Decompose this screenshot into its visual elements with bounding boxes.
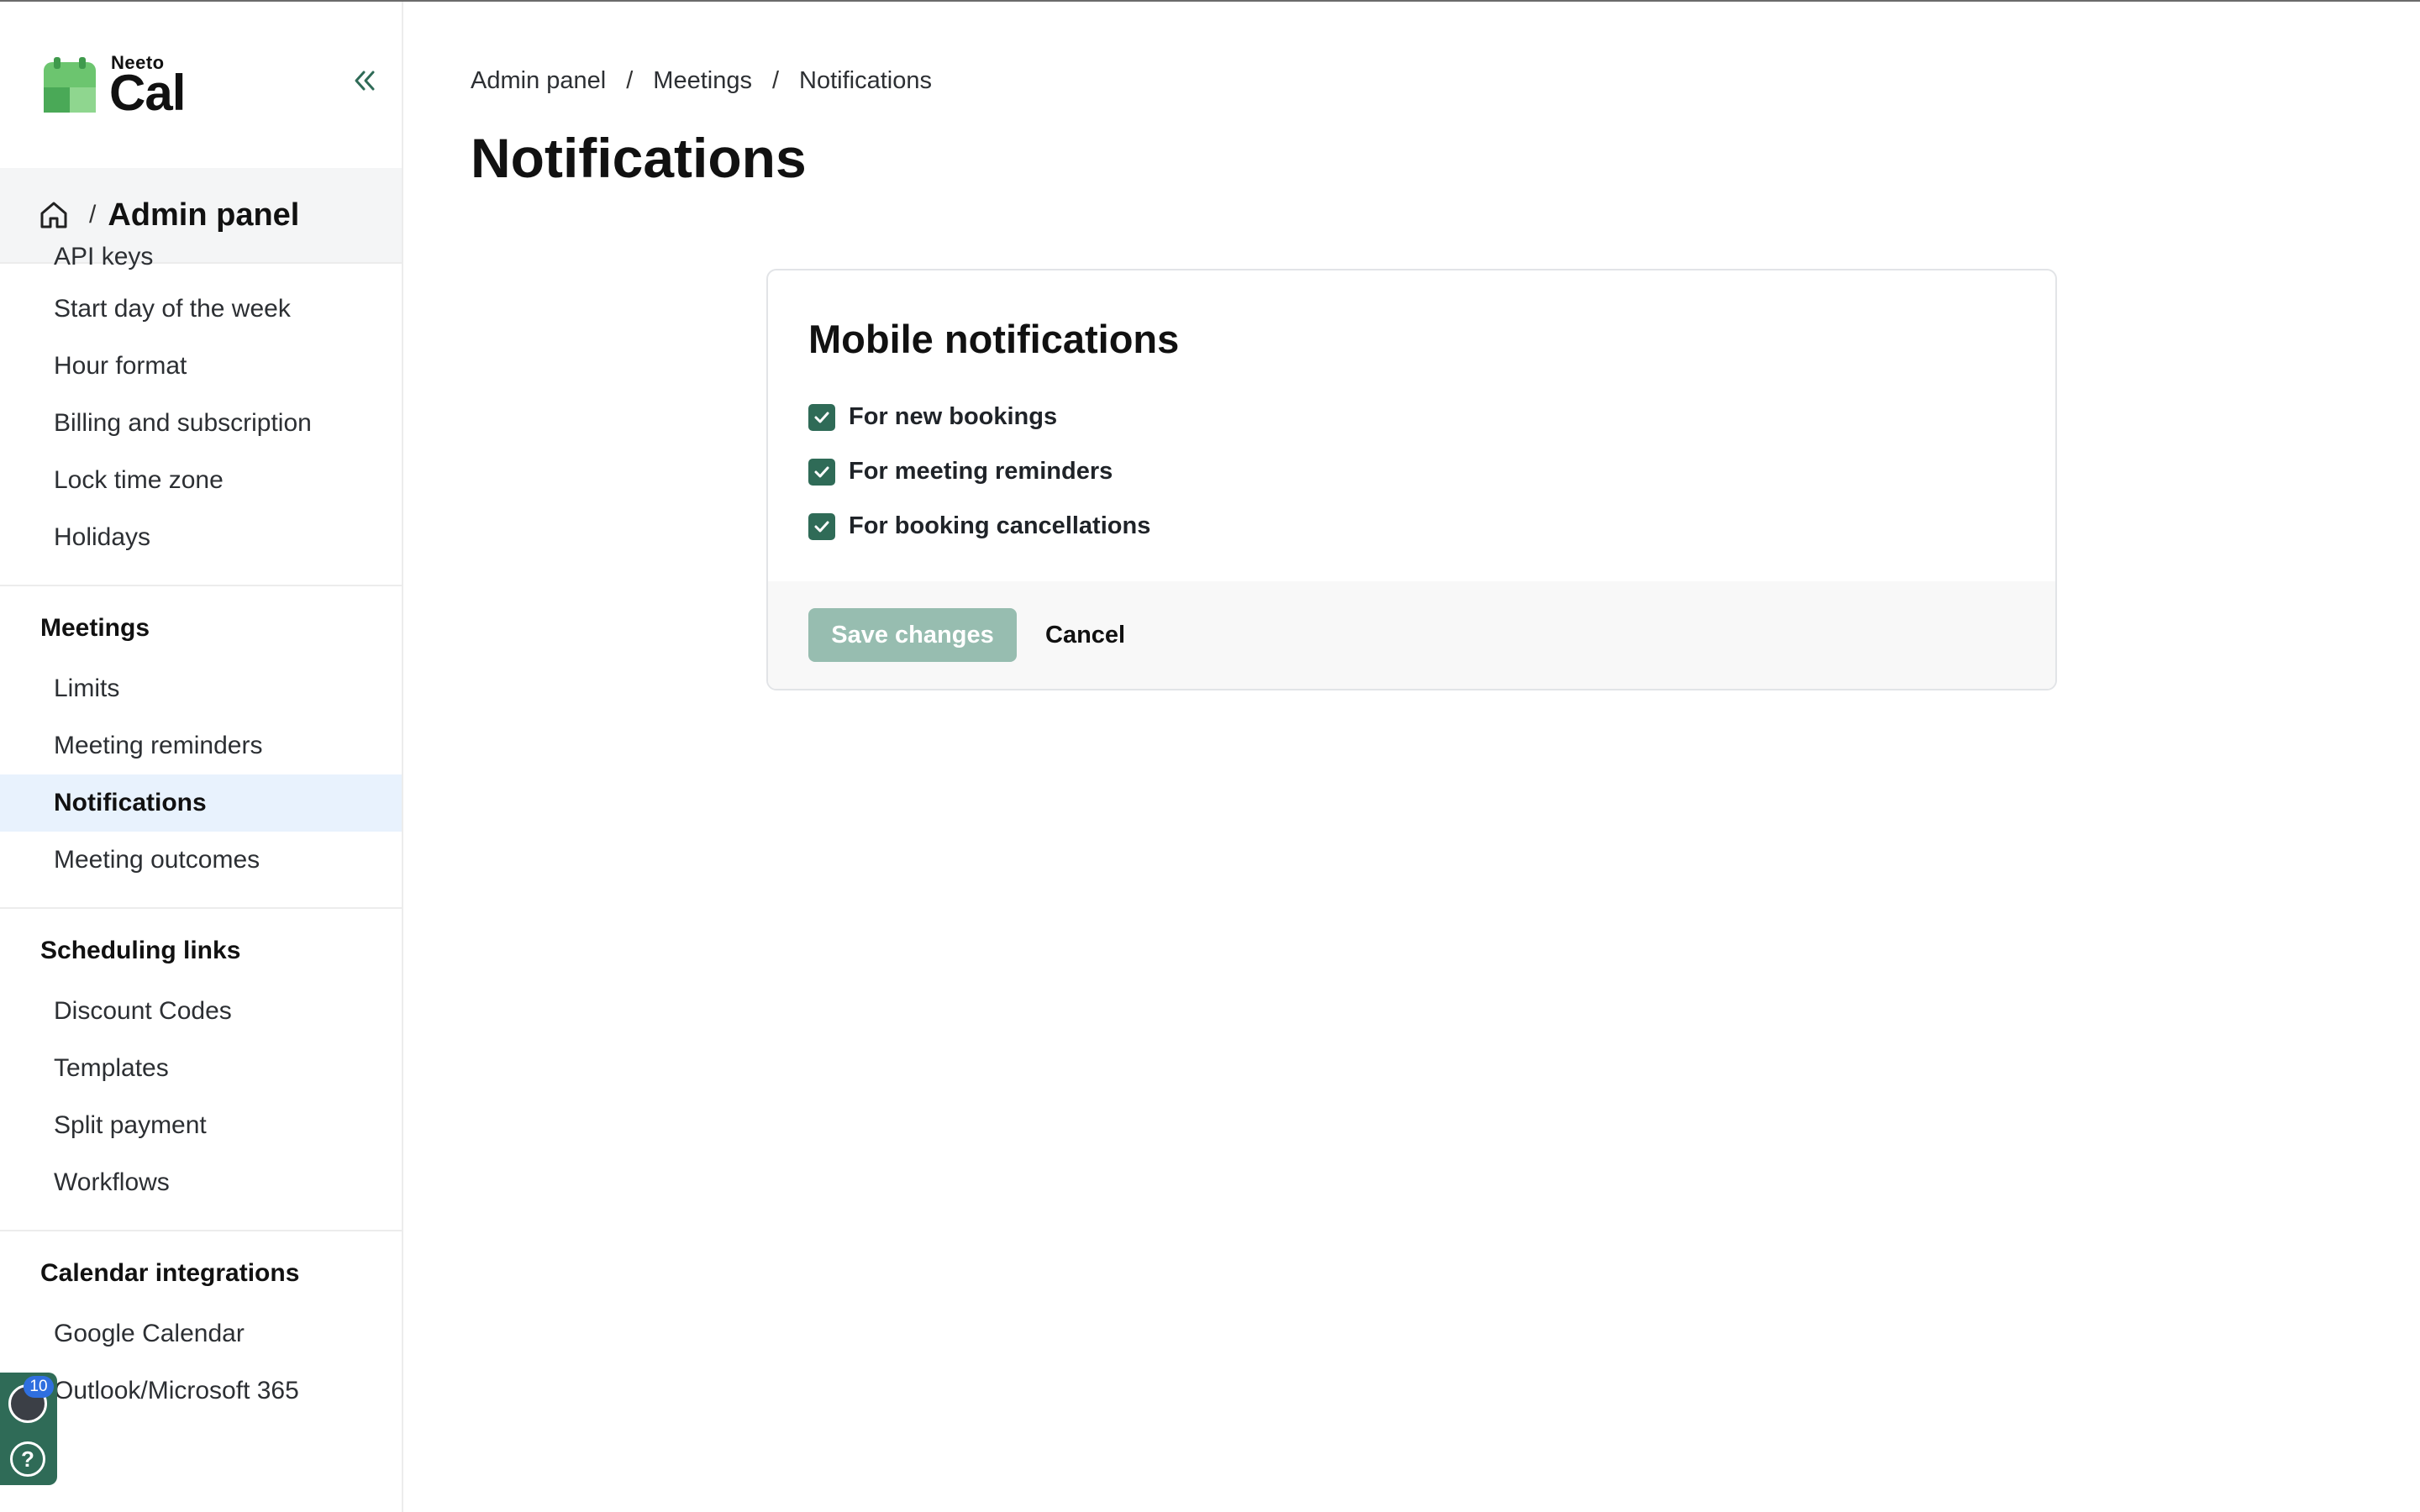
checkbox-new-bookings[interactable]: For new bookings <box>808 403 1057 431</box>
check-icon <box>814 466 829 477</box>
cancel-button[interactable]: Cancel <box>1045 608 1125 662</box>
divider <box>0 585 402 586</box>
calendar-logo-icon <box>44 57 96 113</box>
main-content: Admin panel / Meetings / Notifications N… <box>403 2 2420 1512</box>
checkbox[interactable] <box>808 403 835 431</box>
sidebar-item-lock-time-zone[interactable]: Lock time zone <box>0 452 402 509</box>
breadcrumb-admin-panel[interactable]: Admin panel <box>471 67 606 95</box>
logo-row: Neeto Cal <box>0 2 402 168</box>
sidebar-item-api-keys[interactable]: API keys <box>0 244 402 270</box>
brand-name: Cal <box>109 65 186 121</box>
check-icon <box>814 412 829 423</box>
app-window: Neeto Cal / Admin panel API keys Start d… <box>0 0 2420 1512</box>
collapse-sidebar-icon[interactable] <box>350 66 380 96</box>
sidebar-item-google-calendar[interactable]: Google Calendar <box>0 1305 402 1362</box>
checkbox-booking-cancellations[interactable]: For booking cancellations <box>808 512 1150 540</box>
sidebar-item-billing[interactable]: Billing and subscription <box>0 395 402 452</box>
sidebar-item-hour-format[interactable]: Hour format <box>0 338 402 395</box>
section-heading-scheduling-links: Scheduling links <box>40 937 241 964</box>
breadcrumb-separator: / <box>89 201 97 228</box>
sidebar-item-meeting-outcomes[interactable]: Meeting outcomes <box>0 832 402 889</box>
breadcrumb-current: Notifications <box>799 67 932 94</box>
checkbox-label: For new bookings <box>849 403 1058 430</box>
sidebar-item-outlook[interactable]: Outlook/Microsoft 365 <box>0 1362 402 1420</box>
sidebar: Neeto Cal / Admin panel API keys Start d… <box>0 2 403 1512</box>
sidebar-title: Admin panel <box>108 197 300 233</box>
sidebar-item-workflows[interactable]: Workflows <box>0 1154 402 1211</box>
breadcrumb-meetings[interactable]: Meetings <box>653 67 752 95</box>
sidebar-item-discount-codes[interactable]: Discount Codes <box>0 983 402 1040</box>
breadcrumb-separator: / <box>626 67 634 94</box>
sidebar-item-templates[interactable]: Templates <box>0 1040 402 1097</box>
sidebar-item-limits[interactable]: Limits <box>0 660 402 717</box>
checkbox-meeting-reminders[interactable]: For meeting reminders <box>808 458 1113 486</box>
breadcrumb: Admin panel / Meetings / Notifications <box>471 67 932 95</box>
sidebar-nav: API keys Start day of the week Hour form… <box>0 244 402 1420</box>
checkbox-label: For booking cancellations <box>849 512 1151 539</box>
breadcrumb-separator: / <box>771 67 780 94</box>
help-icon[interactable]: ? <box>10 1441 45 1477</box>
card-title: Mobile notifications <box>808 317 1180 361</box>
checkbox[interactable] <box>808 512 835 540</box>
sidebar-item-start-day[interactable]: Start day of the week <box>0 281 402 338</box>
home-icon[interactable] <box>37 198 71 232</box>
mobile-notifications-card: Mobile notifications For new bookings Fo… <box>766 269 2057 690</box>
checkbox-label: For meeting reminders <box>849 458 1113 485</box>
check-icon <box>814 521 829 532</box>
help-widget: 10 ? <box>0 1373 57 1485</box>
section-heading-calendar-integrations: Calendar integrations <box>40 1259 300 1287</box>
page-title: Notifications <box>471 127 807 189</box>
sidebar-item-meeting-reminders[interactable]: Meeting reminders <box>0 717 402 774</box>
divider <box>0 907 402 909</box>
sidebar-item-split-payment[interactable]: Split payment <box>0 1097 402 1154</box>
notification-badge: 10 <box>24 1376 54 1398</box>
divider <box>0 1230 402 1231</box>
section-heading-meetings: Meetings <box>40 614 150 642</box>
sidebar-item-holidays[interactable]: Holidays <box>0 509 402 566</box>
card-footer: Save changes Cancel <box>768 581 2055 689</box>
checkbox[interactable] <box>808 458 835 486</box>
sidebar-item-notifications[interactable]: Notifications <box>0 774 402 832</box>
save-changes-button[interactable]: Save changes <box>808 608 1017 662</box>
